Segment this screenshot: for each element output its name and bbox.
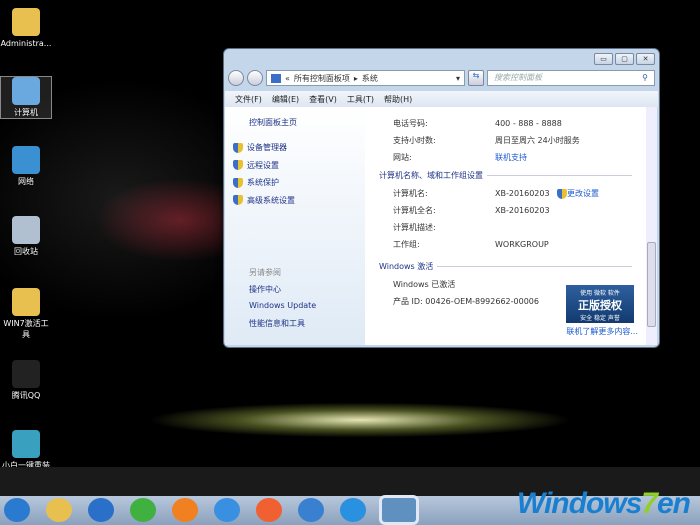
- menu-bar: 文件(F) 编辑(E) 查看(V) 工具(T) 帮助(H): [225, 91, 658, 107]
- desktop-icon[interactable]: 腾讯QQ: [0, 360, 52, 401]
- desktop-icon[interactable]: 网络: [0, 146, 52, 187]
- desktop-icon-label: WIN7激活工具: [3, 319, 49, 339]
- control-panel-home-link[interactable]: 控制面板主页: [249, 117, 365, 139]
- desktop-icon[interactable]: Administra...: [0, 8, 52, 49]
- shield-icon: [233, 142, 243, 153]
- genuine-badge[interactable]: 使用 微软 软件 正版授权 安全 稳定 声誉: [566, 285, 634, 323]
- scrollbar-thumb[interactable]: [647, 242, 656, 327]
- computer-section-heading: 计算机名称、域和工作组设置: [379, 166, 632, 185]
- shield-icon: [233, 195, 243, 206]
- control-panel-icon: [271, 73, 281, 83]
- breadcrumb-all-items[interactable]: 所有控制面板项: [294, 73, 350, 84]
- desktop-icon-label: 腾讯QQ: [11, 391, 41, 400]
- left-pane: 控制面板主页 设备管理器 远程设置 系统保护 高级系统设置 另请参阅 操作中心 Win…: [225, 107, 365, 345]
- support-row: 电话号码: 400 - 888 - 8888: [393, 119, 562, 128]
- learn-more-link[interactable]: 联机了解更多内容...: [566, 326, 638, 337]
- taskbar-uc-browser-icon[interactable]: [172, 498, 198, 522]
- minimize-button[interactable]: ▭: [594, 53, 613, 65]
- performance-link[interactable]: 性能信息和工具: [249, 318, 365, 335]
- breadcrumb-separator: ▸: [353, 73, 358, 83]
- taskbar-360-browser-icon[interactable]: [130, 498, 156, 522]
- computer-row: 计算机描述:: [393, 223, 436, 232]
- shield-icon: [233, 160, 243, 171]
- desktop-icon-image: [12, 146, 40, 174]
- online-support-link[interactable]: 联机支持: [495, 152, 527, 163]
- computer-row: 计算机全名: XB-20160203: [393, 206, 550, 215]
- taskbar-liebao-browser-icon[interactable]: [256, 498, 282, 522]
- desktop-icon-label: 计算机: [14, 108, 38, 117]
- desktop-icon-image: [12, 77, 40, 105]
- taskbar: Windows7en: [0, 467, 700, 525]
- desktop-icon[interactable]: WIN7激活工具: [0, 288, 52, 340]
- desktop-icon-image: [12, 8, 40, 36]
- task-link[interactable]: 系统保护: [233, 174, 365, 192]
- taskbar-start-icon[interactable]: [4, 498, 30, 522]
- computer-row: 工作组: WORKGROUP: [393, 240, 549, 249]
- details-pane: 电话号码: 400 - 888 - 8888 支持小时数: 周日至周六 24小时服务网…: [365, 107, 646, 345]
- desktop-icon-label: 回收站: [14, 247, 38, 256]
- dropdown-icon[interactable]: ▾: [456, 74, 460, 83]
- close-button[interactable]: ✕: [636, 53, 655, 65]
- support-row: 支持小时数: 周日至周六 24小时服务: [393, 136, 580, 145]
- search-input[interactable]: 搜索控制面板 ⚲: [487, 70, 655, 86]
- desktop-icon-label: 网络: [18, 177, 34, 186]
- task-link[interactable]: 高级系统设置: [233, 192, 365, 210]
- task-link[interactable]: 设备管理器: [233, 139, 365, 157]
- maximize-button[interactable]: ▢: [615, 53, 634, 65]
- desktop-icon-label: Administra...: [0, 39, 52, 48]
- breadcrumb-system[interactable]: 系统: [362, 73, 378, 84]
- task-link[interactable]: 远程设置: [233, 157, 365, 175]
- taskbar-safari-like-icon[interactable]: [340, 498, 366, 522]
- menu-file[interactable]: 文件(F): [235, 94, 262, 104]
- shield-icon: [233, 177, 243, 188]
- desktop-icon-image: [12, 360, 40, 388]
- taskbar-explorer-icon[interactable]: [46, 498, 72, 522]
- menu-view[interactable]: 查看(V): [309, 94, 337, 104]
- taskbar-ie-alt-icon[interactable]: [298, 498, 324, 522]
- menu-tools[interactable]: 工具(T): [347, 94, 374, 104]
- forward-button[interactable]: [247, 70, 263, 86]
- vertical-scrollbar[interactable]: [646, 107, 657, 345]
- taskbar-ie-icon[interactable]: [88, 498, 114, 522]
- see-also-heading: 另请参阅: [249, 268, 281, 277]
- support-row: 网站: 联机支持: [393, 152, 527, 163]
- menu-help[interactable]: 帮助(H): [384, 94, 412, 104]
- taskbar-qq-browser-icon[interactable]: [214, 498, 240, 522]
- desktop-icon-image: [12, 216, 40, 244]
- desktop-icon-image: [12, 430, 40, 458]
- breadcrumb-overflow[interactable]: «: [285, 74, 290, 83]
- computer-row: 计算机名: XB-20160203 更改设置: [393, 188, 599, 199]
- taskbar-control-panel-icon[interactable]: [382, 498, 416, 522]
- activation-section-heading: Windows 激活: [379, 257, 632, 276]
- back-button[interactable]: [228, 70, 244, 86]
- watermark-logo: Windows7en: [516, 487, 691, 520]
- refresh-icon[interactable]: ⇆: [468, 70, 484, 86]
- search-icon: ⚲: [642, 73, 648, 82]
- desktop-icon-image: [12, 288, 40, 316]
- shield-icon: [557, 188, 567, 199]
- address-bar[interactable]: « 所有控制面板项 ▸ 系统 ▾: [266, 70, 465, 86]
- windows-update-link[interactable]: Windows Update: [249, 301, 365, 318]
- desktop-icon[interactable]: 计算机: [0, 76, 52, 119]
- system-window: ▭ ▢ ✕ « 所有控制面板项 ▸ 系统 ▾ ⇆ 搜索控制面板 ⚲ 文件(F) 编…: [223, 48, 660, 348]
- desktop-icon[interactable]: 回收站: [0, 216, 52, 257]
- action-center-link[interactable]: 操作中心: [249, 284, 365, 301]
- menu-edit[interactable]: 编辑(E): [272, 94, 299, 104]
- change-settings-link[interactable]: 更改设置: [567, 188, 599, 199]
